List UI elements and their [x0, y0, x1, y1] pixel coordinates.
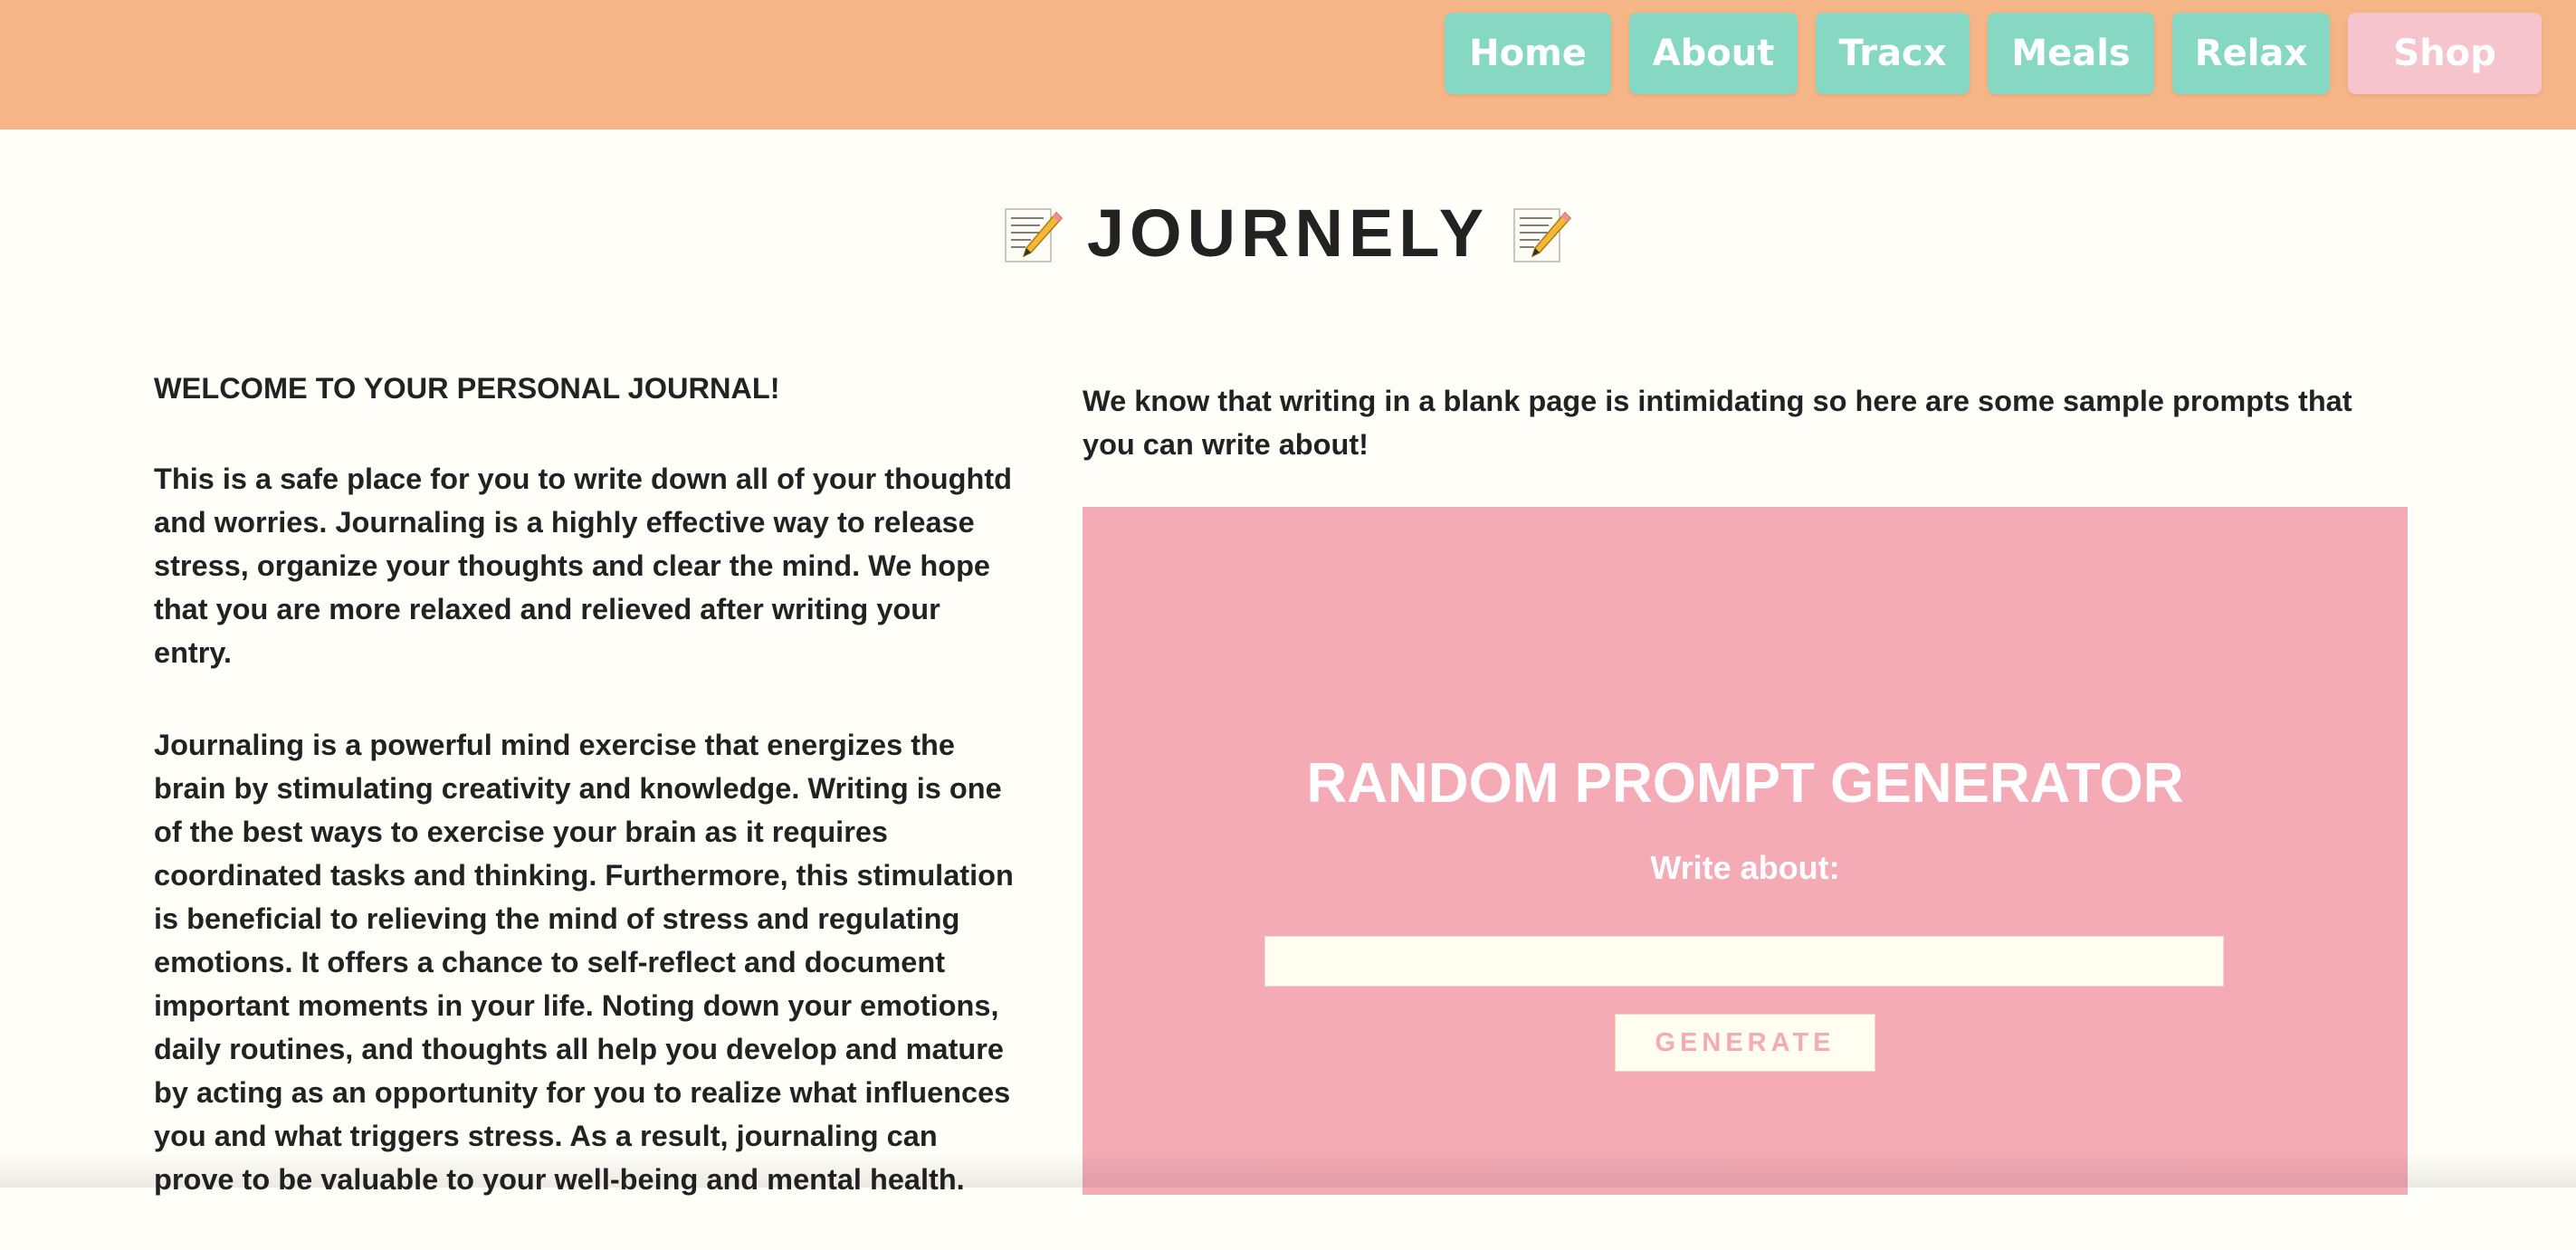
welcome-heading: WELCOME TO YOUR PERSONAL JOURNAL!	[154, 372, 780, 405]
page-title-text: JOURNELY	[1086, 196, 1490, 271]
prompts-intro-text: We know that writing in a blank page is …	[1083, 385, 2352, 461]
prompt-output-field[interactable]	[1264, 936, 2224, 987]
intro-paragraph: This is a safe place for you to write do…	[154, 463, 1012, 669]
prompt-generator-panel: RANDOM PROMPT GENERATOR Write about: GEN…	[1083, 507, 2408, 1195]
generator-title: RANDOM PROMPT GENERATOR	[1306, 752, 2184, 815]
prompts-intro: We know that writing in a blank page is …	[1083, 379, 2377, 466]
memo-icon	[1512, 204, 1572, 263]
nav-tracx-button[interactable]: Tracx	[1816, 13, 1970, 94]
generator-label: Write about:	[1650, 849, 1840, 886]
page-title: JOURNELY	[0, 195, 2576, 272]
nav-shop-button[interactable]: Shop	[2348, 13, 2542, 94]
intro-column: WELCOME TO YOUR PERSONAL JOURNAL! This i…	[154, 367, 1014, 1250]
nav-meals-button[interactable]: Meals	[1988, 13, 2154, 94]
benefits-paragraph: Journaling is a powerful mind exercise t…	[154, 729, 1014, 1196]
generate-button[interactable]: GENERATE	[1615, 1014, 1875, 1072]
nav-list: Home About Tracx Meals Relax Shop	[1445, 13, 2542, 94]
navbar: Home About Tracx Meals Relax Shop	[0, 0, 2576, 129]
nav-relax-button[interactable]: Relax	[2172, 13, 2330, 94]
nav-home-button[interactable]: Home	[1445, 13, 1611, 94]
memo-icon	[1004, 204, 1064, 263]
nav-about-button[interactable]: About	[1629, 13, 1798, 94]
